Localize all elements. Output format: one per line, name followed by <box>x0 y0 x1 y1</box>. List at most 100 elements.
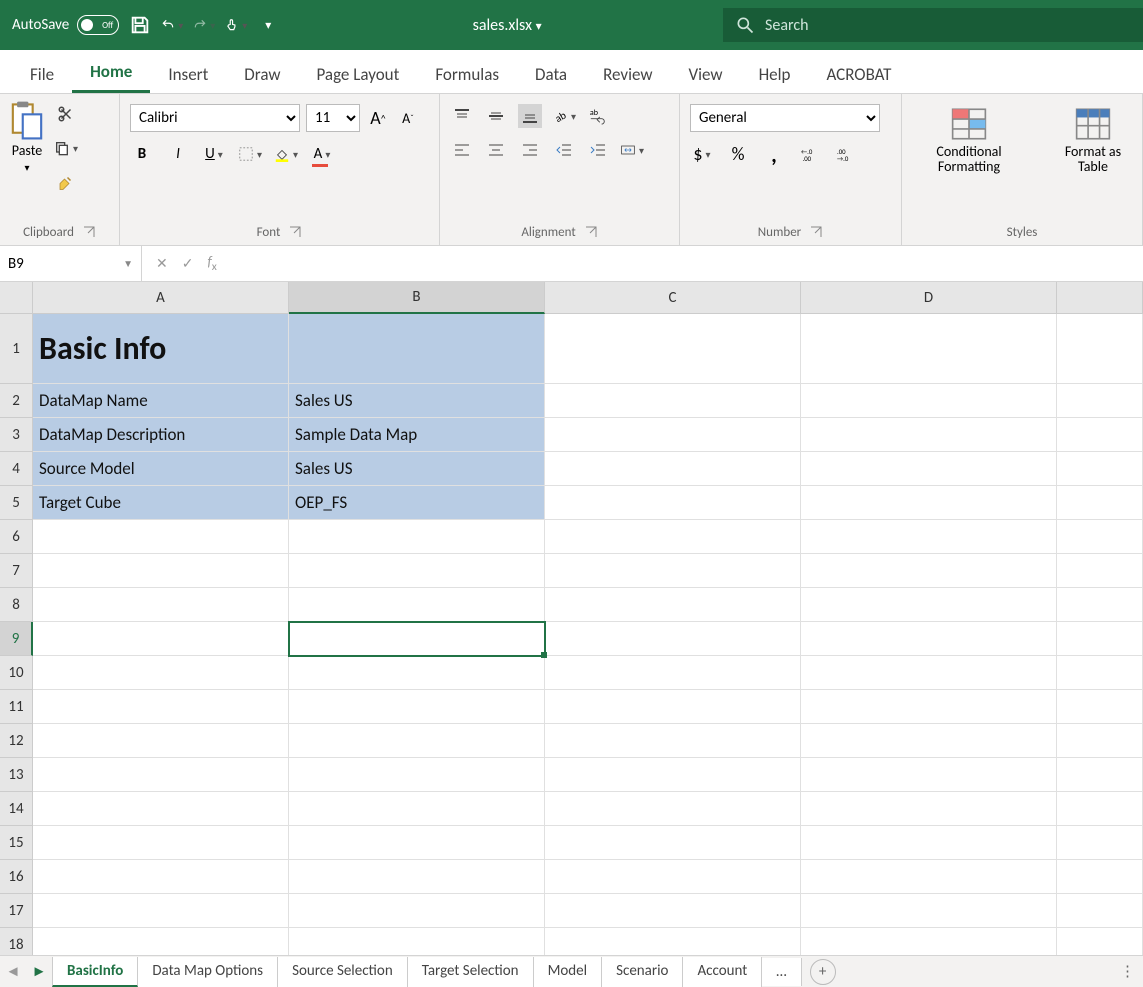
new-sheet-button[interactable]: + <box>810 959 836 985</box>
cell[interactable] <box>545 792 801 826</box>
bold-button[interactable]: B <box>130 142 154 166</box>
cell[interactable] <box>33 724 289 758</box>
cell[interactable] <box>1057 826 1143 860</box>
cell[interactable] <box>1057 758 1143 792</box>
row-header[interactable]: 2 <box>0 384 33 418</box>
sheet-tab[interactable]: Source Selection <box>278 957 408 987</box>
row-header[interactable]: 15 <box>0 826 33 860</box>
font-color-button[interactable]: A <box>310 142 334 166</box>
sheet-tab[interactable]: Data Map Options <box>138 957 278 987</box>
cut-icon[interactable] <box>54 102 78 126</box>
increase-decimal-icon[interactable]: ←.0.00 <box>798 142 822 166</box>
cell[interactable] <box>33 588 289 622</box>
percent-format-icon[interactable]: % <box>726 142 750 166</box>
sheet-tab[interactable]: Target Selection <box>408 957 534 987</box>
cell[interactable] <box>289 656 545 690</box>
ribbon-tab-insert[interactable]: Insert <box>150 56 226 93</box>
italic-button[interactable]: I <box>166 142 190 166</box>
font-size-select[interactable]: 11 <box>306 104 360 132</box>
cell[interactable] <box>1057 690 1143 724</box>
row-header[interactable]: 11 <box>0 690 33 724</box>
cell[interactable] <box>801 860 1057 894</box>
sheet-tab[interactable]: BasicInfo <box>52 957 138 987</box>
row-header[interactable]: 1 <box>0 314 33 384</box>
borders-button[interactable] <box>238 142 262 166</box>
fx-icon[interactable]: fx <box>207 253 216 274</box>
ribbon-tab-review[interactable]: Review <box>585 56 670 93</box>
dialog-launcher-icon[interactable] <box>288 225 302 239</box>
autosave-toggle[interactable]: AutoSave Off <box>12 15 119 35</box>
dialog-launcher-icon[interactable] <box>809 225 823 239</box>
decrease-font-icon[interactable]: Aˇ <box>396 106 420 130</box>
cell[interactable]: Sales US <box>289 452 545 486</box>
ribbon-tab-acrobat[interactable]: ACROBAT <box>808 56 909 93</box>
cell[interactable]: OEP_FS <box>289 486 545 520</box>
select-all-corner[interactable] <box>0 282 33 314</box>
fill-color-button[interactable] <box>274 142 298 166</box>
cell[interactable] <box>33 792 289 826</box>
cell[interactable] <box>545 894 801 928</box>
cell[interactable] <box>33 622 289 656</box>
wrap-text-icon[interactable]: ab <box>586 104 610 128</box>
format-painter-icon[interactable] <box>54 170 78 194</box>
column-header[interactable]: A <box>33 282 289 314</box>
cell[interactable] <box>545 314 801 384</box>
cell[interactable] <box>1057 314 1143 384</box>
cell[interactable] <box>289 690 545 724</box>
cell[interactable] <box>801 452 1057 486</box>
row-header[interactable]: 17 <box>0 894 33 928</box>
cell[interactable] <box>545 758 801 792</box>
increase-indent-icon[interactable] <box>586 138 610 162</box>
ribbon-tab-view[interactable]: View <box>671 56 741 93</box>
row-header[interactable]: 16 <box>0 860 33 894</box>
cell[interactable] <box>289 792 545 826</box>
row-header[interactable]: 12 <box>0 724 33 758</box>
underline-button[interactable]: U <box>202 142 226 166</box>
cell[interactable] <box>1057 724 1143 758</box>
cell[interactable] <box>1057 520 1143 554</box>
dialog-launcher-icon[interactable] <box>82 225 96 239</box>
cell[interactable] <box>289 758 545 792</box>
row-header[interactable]: 14 <box>0 792 33 826</box>
undo-icon[interactable] <box>161 14 183 36</box>
cell[interactable]: Sample Data Map <box>289 418 545 452</box>
cell[interactable]: Source Model <box>33 452 289 486</box>
cell[interactable] <box>33 894 289 928</box>
name-box[interactable]: B9▼ <box>0 246 142 281</box>
cell[interactable] <box>289 894 545 928</box>
row-header[interactable]: 3 <box>0 418 33 452</box>
cell[interactable] <box>545 826 801 860</box>
ribbon-tab-file[interactable]: File <box>12 56 72 93</box>
conditional-formatting-button[interactable]: Conditional Formatting <box>908 104 1030 177</box>
sheet-nav-next-icon[interactable]: ► <box>26 963 52 981</box>
row-header[interactable]: 4 <box>0 452 33 486</box>
comma-format-icon[interactable]: , <box>762 142 786 166</box>
cell[interactable] <box>801 656 1057 690</box>
cell[interactable] <box>1057 486 1143 520</box>
filename[interactable]: sales.xlsx ▾ <box>291 16 723 35</box>
sheet-tab[interactable]: Model <box>534 957 603 987</box>
cell[interactable] <box>1057 418 1143 452</box>
cell[interactable] <box>801 554 1057 588</box>
toggle-off-icon[interactable]: Off <box>77 15 119 35</box>
cell[interactable] <box>289 588 545 622</box>
align-top-icon[interactable] <box>450 104 474 128</box>
cell[interactable] <box>289 860 545 894</box>
row-header[interactable]: 18 <box>0 928 33 955</box>
align-left-icon[interactable] <box>450 138 474 162</box>
cell[interactable] <box>801 520 1057 554</box>
cell[interactable] <box>801 588 1057 622</box>
align-middle-icon[interactable] <box>484 104 508 128</box>
cell[interactable] <box>545 520 801 554</box>
tab-options-icon[interactable]: ⋮ <box>1112 962 1143 981</box>
cell[interactable] <box>33 826 289 860</box>
column-header[interactable]: C <box>545 282 801 314</box>
cell[interactable] <box>289 622 545 656</box>
cell[interactable] <box>801 758 1057 792</box>
decrease-indent-icon[interactable] <box>552 138 576 162</box>
row-header[interactable]: 6 <box>0 520 33 554</box>
row-header[interactable]: 5 <box>0 486 33 520</box>
cell[interactable] <box>545 486 801 520</box>
cell[interactable] <box>801 486 1057 520</box>
row-header[interactable]: 7 <box>0 554 33 588</box>
